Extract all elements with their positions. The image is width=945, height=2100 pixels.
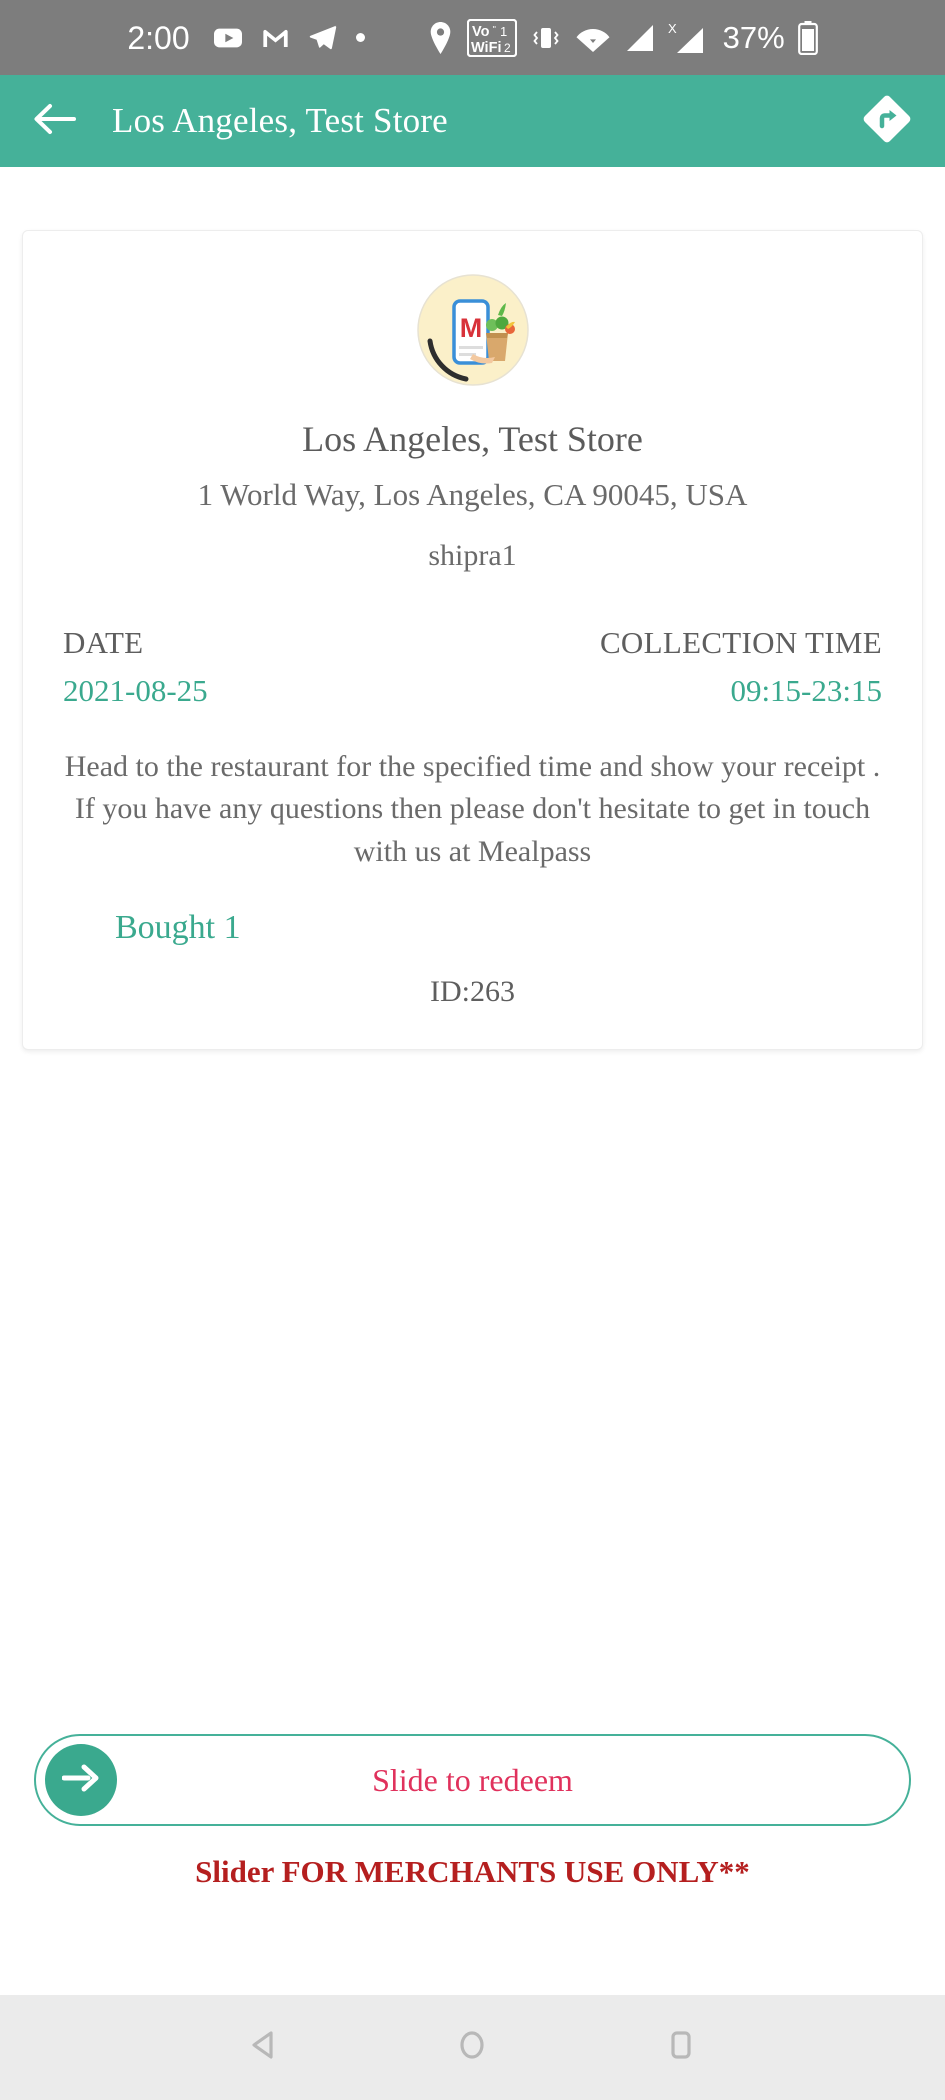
collection-time-value: 09:15-23:15 — [730, 673, 882, 709]
nav-home-button[interactable] — [437, 2013, 507, 2083]
slide-to-redeem-track[interactable]: Slide to redeem — [34, 1734, 911, 1826]
mealpass-logo: M — [413, 271, 532, 389]
app-bar: Los Angeles, Test Store — [0, 75, 945, 167]
receipt-card: M Los Angeles, Test Store 1 World Way, L… — [22, 230, 923, 1051]
nav-recents-square-icon — [661, 2025, 701, 2070]
directions-icon — [858, 90, 916, 153]
svg-text:X: X — [668, 21, 677, 36]
date-label: DATE — [63, 625, 144, 661]
store-name: Los Angeles, Test Store — [302, 419, 643, 459]
nav-home-circle-icon — [452, 2025, 492, 2070]
status-bar-right: Vo '' 1 WiFi 2 X 37% — [427, 18, 818, 57]
telegram-icon — [307, 21, 340, 54]
android-nav-bar — [0, 1995, 945, 2100]
slide-to-redeem-knob[interactable] — [45, 1744, 117, 1816]
svg-text:'': '' — [492, 24, 496, 34]
merchant-use-note: Slider FOR MERCHANTS USE ONLY** — [195, 1854, 750, 1889]
signal-sim2-no-service-icon: X — [668, 21, 706, 55]
nav-back-button[interactable] — [229, 2013, 299, 2083]
instructions-text: Head to the restaurant for the specified… — [64, 749, 881, 868]
svg-text:Vo: Vo — [472, 24, 490, 40]
directions-button[interactable] — [857, 91, 917, 151]
back-arrow-icon — [32, 101, 76, 142]
main-content: M Los Angeles, Test Store 1 World Way, L… — [0, 167, 945, 1995]
signal-sim1-icon — [624, 22, 655, 53]
svg-text:M: M — [459, 313, 482, 343]
logo-container: M — [49, 271, 896, 389]
bought-quantity: Bought 1 — [115, 909, 241, 947]
slider-area: Slide to redeem Slider FOR MERCHANTS USE… — [0, 1734, 945, 1890]
order-id: ID:263 — [430, 975, 515, 1009]
location-pin-icon — [427, 21, 454, 54]
page-title: Los Angeles, Test Store — [112, 101, 448, 140]
battery-percent: 37% — [722, 20, 785, 55]
collection-time-block: COLLECTION TIME 09:15-23:15 — [600, 624, 882, 709]
collection-time-label: COLLECTION TIME — [599, 625, 882, 661]
status-bar: 2:00 Vo '' 1 WiFi 2 X 37% — [0, 0, 945, 75]
phone-screen: 2:00 Vo '' 1 WiFi 2 X 37% Los Angeles, T… — [0, 0, 945, 2100]
vowifi-icon: Vo '' 1 WiFi 2 — [466, 18, 517, 57]
youtube-icon — [212, 22, 244, 54]
username: shipra1 — [428, 538, 517, 572]
svg-text:2: 2 — [504, 41, 511, 55]
gmail-icon — [260, 22, 291, 53]
back-button[interactable] — [28, 95, 80, 147]
arrow-right-icon — [61, 1762, 100, 1799]
status-bar-left: 2:00 — [127, 19, 365, 56]
date-value: 2021-08-25 — [63, 673, 208, 709]
wifi-icon — [575, 23, 611, 53]
dot-indicator-icon — [355, 33, 365, 42]
store-address: 1 World Way, Los Angeles, CA 90045, USA — [197, 477, 748, 512]
battery-icon — [797, 20, 818, 55]
nav-recents-button[interactable] — [646, 2013, 716, 2083]
receipt-meta-row: DATE 2021-08-25 COLLECTION TIME 09:15-23… — [49, 624, 896, 709]
date-block: DATE 2021-08-25 — [63, 624, 208, 709]
vibrate-icon — [530, 22, 562, 54]
slide-to-redeem-label: Slide to redeem — [372, 1761, 573, 1798]
status-clock: 2:00 — [127, 19, 190, 56]
svg-text:1: 1 — [500, 24, 507, 39]
nav-back-triangle-icon — [244, 2025, 284, 2070]
svg-text:WiFi: WiFi — [471, 40, 501, 56]
